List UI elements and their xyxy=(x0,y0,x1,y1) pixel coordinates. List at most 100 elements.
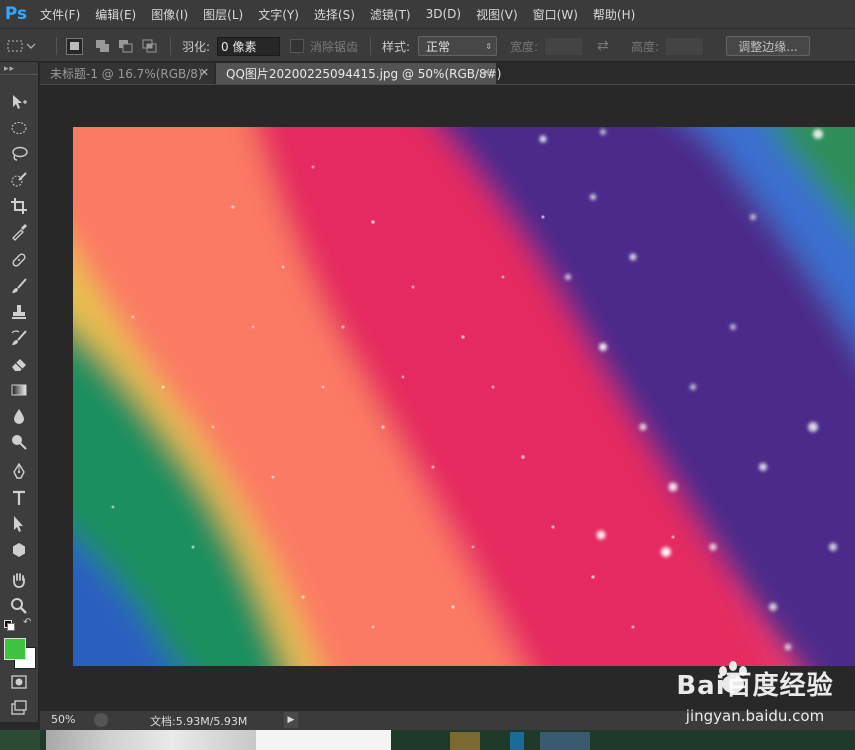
height-input[interactable] xyxy=(665,36,704,56)
healing-brush-tool[interactable] xyxy=(6,248,32,272)
pen-icon xyxy=(13,463,25,479)
new-selection-button[interactable] xyxy=(66,29,83,63)
blur-icon xyxy=(14,409,24,424)
zoom-tool[interactable] xyxy=(6,594,32,618)
menu-window[interactable]: 窗口(W) xyxy=(525,6,585,23)
swap-colors-icon[interactable]: ↶ xyxy=(23,617,31,628)
close-icon[interactable]: ✕ xyxy=(482,66,491,79)
antialias-label: 消除锯齿 xyxy=(310,39,359,54)
menu-type[interactable]: 文字(Y) xyxy=(250,6,306,23)
shape-tool[interactable] xyxy=(6,538,32,562)
lasso-icon xyxy=(12,146,28,161)
add-to-selection-icon xyxy=(96,40,109,52)
style-value: 正常 xyxy=(426,39,451,54)
menu-layer[interactable]: 图层(L) xyxy=(195,6,250,23)
close-icon[interactable]: ✕ xyxy=(200,66,209,79)
options-divider xyxy=(370,37,371,55)
history-brush-tool[interactable] xyxy=(6,326,32,350)
rainbow-photo-graphic xyxy=(73,127,855,666)
tool-preset-picker[interactable] xyxy=(6,29,36,63)
brush-icon xyxy=(12,278,27,293)
width-field-wrap xyxy=(544,29,583,63)
zoom-level[interactable]: 50% xyxy=(51,713,75,726)
document-tab-bar: 未标题-1 @ 16.7%(RGB/8) ✕ QQ图片2020022509441… xyxy=(40,62,855,85)
eyedropper-tool[interactable] xyxy=(6,220,32,244)
eraser-tool[interactable] xyxy=(6,352,32,376)
marquee-icon xyxy=(11,122,27,134)
style-select-wrap: 正常 ⇕ xyxy=(418,29,497,63)
dodge-icon xyxy=(12,435,27,450)
feather-label: 羽化: xyxy=(182,39,211,54)
zoom-icon xyxy=(11,598,27,614)
tab-untitled-1[interactable]: 未标题-1 @ 16.7%(RGB/8) ✕ xyxy=(40,63,214,84)
blur-tool[interactable] xyxy=(6,404,32,428)
quick-select-icon xyxy=(11,172,27,187)
taskbar-segment xyxy=(46,730,256,750)
history-brush-icon xyxy=(11,330,27,345)
shape-icon xyxy=(13,543,25,557)
menu-image[interactable]: 图像(I) xyxy=(143,6,195,23)
share-icon[interactable] xyxy=(94,713,108,727)
menu-view[interactable]: 视图(V) xyxy=(468,6,525,23)
clone-stamp-tool[interactable] xyxy=(6,300,32,324)
baidu-watermark: Bai百度经验 jingyan.baidu.com xyxy=(655,655,855,730)
quick-mask-button[interactable] xyxy=(6,670,32,694)
dropdown-arrows-icon: ⇕ xyxy=(485,41,492,51)
marquee-tool[interactable] xyxy=(6,116,32,140)
tab-label: 未标题-1 @ 16.7%(RGB/8) xyxy=(50,67,203,81)
quick-select-tool[interactable] xyxy=(6,168,32,192)
menu-bar: Ps 文件(F) 编辑(E) 图像(I) 图层(L) 文字(Y) 选择(S) 滤… xyxy=(0,0,855,28)
options-bar: 羽化: 0 像素 消除锯齿 样式: 正常 ⇕ 宽度: ⇄ 高度: 调整边缘... xyxy=(0,28,855,62)
menu-file[interactable]: 文件(F) xyxy=(32,6,87,23)
default-colors-icon[interactable] xyxy=(4,620,15,631)
feather-input[interactable]: 0 像素 xyxy=(217,36,280,56)
toolbox-collapse-icon[interactable]: ▸▸ xyxy=(4,64,15,74)
width-label: 宽度: xyxy=(510,39,539,54)
hand-tool[interactable] xyxy=(6,568,32,592)
height-label: 高度: xyxy=(631,39,660,54)
foreground-color-swatch[interactable] xyxy=(4,638,26,660)
subtract-selection-button[interactable] xyxy=(118,29,134,63)
menu-3d[interactable]: 3D(D) xyxy=(418,7,468,21)
move-icon xyxy=(13,95,27,109)
menu-help[interactable]: 帮助(H) xyxy=(585,6,642,23)
add-selection-button[interactable] xyxy=(95,29,111,63)
type-icon xyxy=(13,490,25,505)
baidu-brand-text: Bai百度经验 xyxy=(676,671,834,701)
brush-tool[interactable] xyxy=(6,274,32,298)
screen-mode-icon xyxy=(11,700,27,715)
swap-width-height-icon[interactable]: ⇄ xyxy=(597,29,609,63)
menu-filter[interactable]: 滤镜(T) xyxy=(362,6,418,23)
height-field-wrap xyxy=(665,29,704,63)
intersect-selection-button[interactable] xyxy=(142,29,158,63)
crop-tool[interactable] xyxy=(6,194,32,218)
type-tool[interactable] xyxy=(6,486,32,510)
width-input[interactable] xyxy=(544,36,583,56)
refine-edge-button[interactable]: 调整边缘... xyxy=(726,36,810,56)
gradient-tool[interactable] xyxy=(6,378,32,402)
eyedropper-icon xyxy=(12,224,27,241)
path-select-tool[interactable] xyxy=(6,512,32,536)
style-select[interactable]: 正常 ⇕ xyxy=(418,36,497,56)
menu-select[interactable]: 选择(S) xyxy=(306,6,362,23)
canvas-image-rainbow-glitter[interactable] xyxy=(73,127,855,666)
gradient-icon xyxy=(11,384,27,396)
options-divider xyxy=(56,37,57,55)
antialias-checkbox[interactable]: 消除锯齿 xyxy=(290,29,358,63)
dodge-tool[interactable] xyxy=(6,430,32,454)
photoshop-logo: Ps xyxy=(4,4,28,24)
clone-stamp-icon xyxy=(12,305,26,319)
tab-label: QQ图片20200225094415.jpg @ 50%(RGB/8#) xyxy=(226,67,502,81)
taskbar-segment xyxy=(540,732,590,750)
move-tool[interactable] xyxy=(6,90,32,114)
marquee-preset-icon xyxy=(7,40,36,52)
status-menu-arrow-icon[interactable]: ▶ xyxy=(284,712,298,728)
screen-mode-button[interactable] xyxy=(6,696,32,720)
tab-qq-image[interactable]: QQ图片20200225094415.jpg @ 50%(RGB/8#) ✕ xyxy=(216,63,501,84)
pen-tool[interactable] xyxy=(6,460,32,484)
baidu-url: jingyan.baidu.com xyxy=(685,707,825,725)
lasso-tool[interactable] xyxy=(6,142,32,166)
document-size-info: 文档:5.93M/5.93M xyxy=(150,715,248,728)
menu-edit[interactable]: 编辑(E) xyxy=(87,6,143,23)
taskbar-segment xyxy=(510,732,524,750)
